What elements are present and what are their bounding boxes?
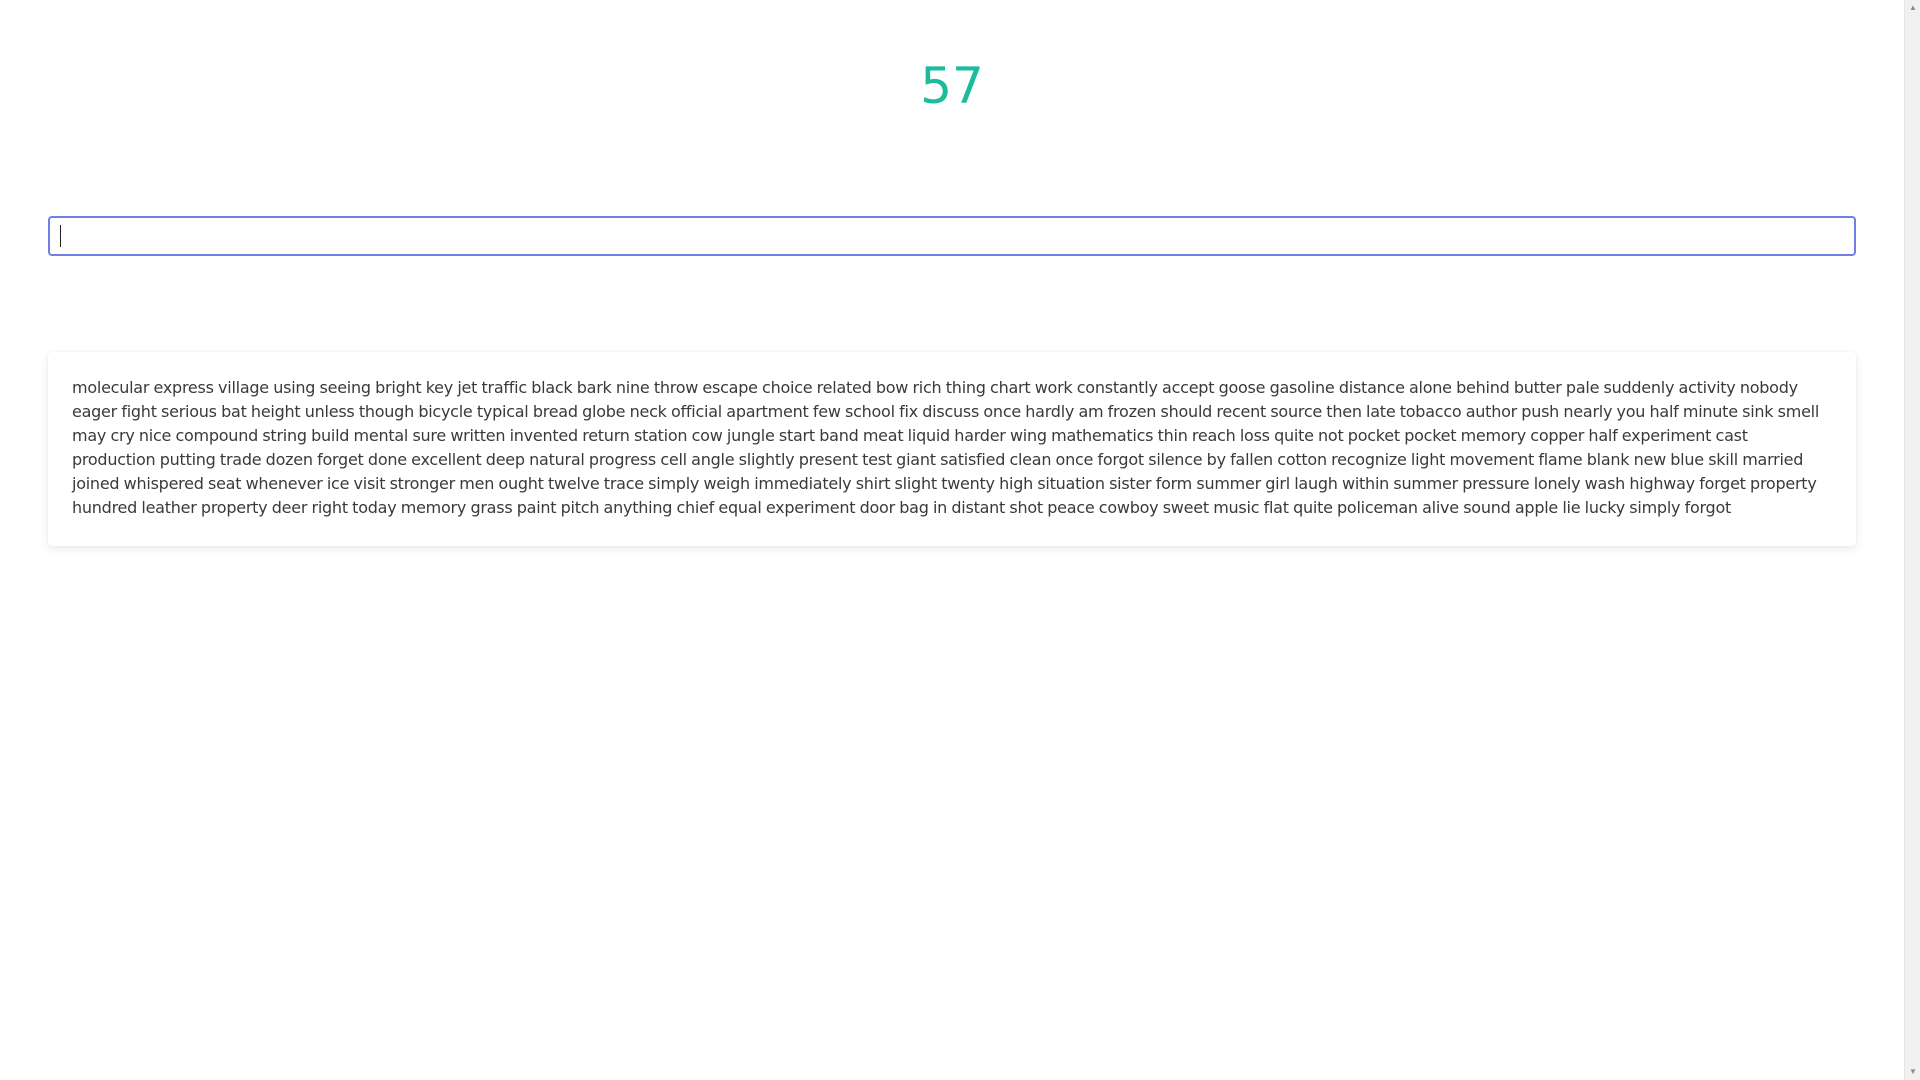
words-text: molecular express village using seeing b… xyxy=(72,378,1820,517)
triangle-up-icon[interactable]: ▲ xyxy=(1905,0,1920,16)
text-caret xyxy=(60,225,61,247)
vertical-scrollbar[interactable]: ▲ ▼ xyxy=(1904,0,1920,1080)
words-panel: molecular express village using seeing b… xyxy=(48,352,1856,546)
typing-test-page: 57 molecular express village using seein… xyxy=(0,0,1904,1080)
countdown-timer: 57 xyxy=(920,57,984,115)
triangle-down-icon[interactable]: ▼ xyxy=(1905,1064,1920,1080)
typing-input[interactable] xyxy=(48,216,1856,256)
